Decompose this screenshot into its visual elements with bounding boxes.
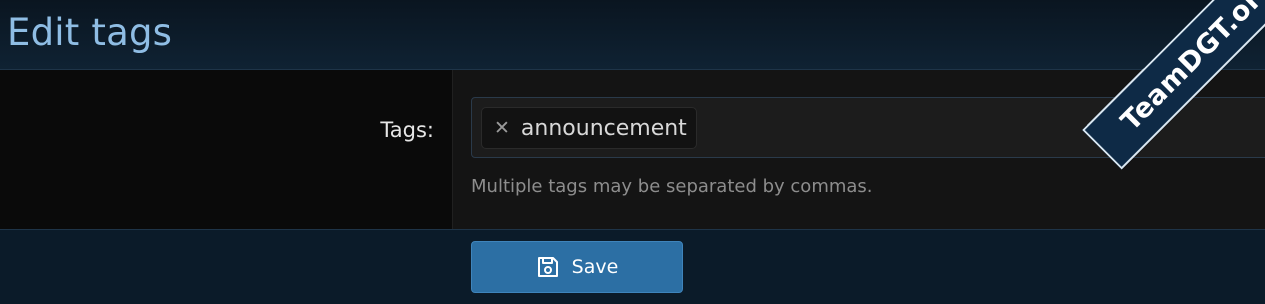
- form-footer: Save: [0, 229, 1265, 304]
- page-header: Edit tags: [0, 0, 1265, 70]
- edit-tags-page: Edit tags Tags: ✕ announcement Multiple …: [0, 0, 1265, 304]
- tag-chip-label: announcement: [520, 115, 687, 141]
- close-icon[interactable]: ✕: [494, 118, 510, 138]
- save-button-label: Save: [571, 256, 619, 278]
- floppy-disk-icon: [537, 257, 558, 277]
- form-label-column: Tags:: [0, 70, 453, 229]
- tags-hint: Multiple tags may be separated by commas…: [471, 176, 873, 197]
- tags-field-label: Tags:: [380, 118, 434, 142]
- tags-form-row: Tags: ✕ announcement Multiple tags may b…: [0, 70, 1265, 229]
- tag-chip: ✕ announcement: [481, 107, 697, 149]
- page-title: Edit tags: [7, 11, 173, 54]
- save-button[interactable]: Save: [471, 241, 683, 293]
